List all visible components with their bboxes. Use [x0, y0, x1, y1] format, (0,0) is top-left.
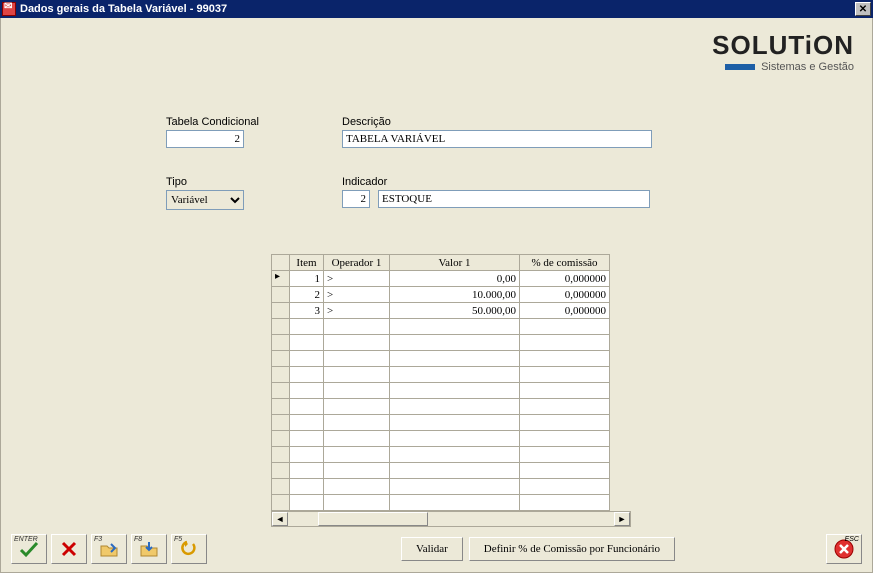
col-operador: Operador 1 — [324, 255, 390, 271]
table-row[interactable] — [272, 495, 610, 511]
row-header[interactable] — [272, 367, 290, 383]
cell-valor1[interactable]: 50.000,00 — [390, 303, 520, 319]
cell-valor1[interactable]: 10.000,00 — [390, 287, 520, 303]
grid-corner — [272, 255, 290, 271]
scroll-thumb[interactable] — [318, 512, 428, 526]
f8-button[interactable]: F8 — [131, 534, 167, 564]
close-button[interactable]: ✕ — [855, 2, 871, 16]
app-icon — [2, 2, 16, 16]
table-row[interactable] — [272, 479, 610, 495]
row-header[interactable] — [272, 431, 290, 447]
validar-button[interactable]: Validar — [401, 537, 463, 561]
row-header[interactable] — [272, 303, 290, 319]
window-title: Dados gerais da Tabela Variável - 99037 — [20, 3, 227, 15]
table-row[interactable]: 1>0,000,000000 — [272, 271, 610, 287]
indicador-num-input[interactable] — [342, 190, 370, 208]
grid-hscrollbar[interactable]: ◄ ► — [271, 511, 631, 527]
brand-tagline: Sistemas e Gestão — [761, 61, 854, 73]
col-valor1: Valor 1 — [390, 255, 520, 271]
table-row[interactable] — [272, 463, 610, 479]
cancel-button[interactable] — [51, 534, 87, 564]
table-row[interactable] — [272, 335, 610, 351]
row-header[interactable] — [272, 447, 290, 463]
definir-comissao-button[interactable]: Definir % de Comissão por Funcionário — [469, 537, 675, 561]
row-header[interactable] — [272, 287, 290, 303]
row-header[interactable] — [272, 399, 290, 415]
cell-comissao[interactable]: 0,000000 — [520, 271, 610, 287]
esc-button[interactable]: ESC — [826, 534, 862, 564]
cell-operador[interactable]: > — [324, 303, 390, 319]
table-row[interactable] — [272, 399, 610, 415]
table-row[interactable] — [272, 319, 610, 335]
scroll-left-icon[interactable]: ◄ — [272, 512, 288, 526]
table-row[interactable]: 2>10.000,000,000000 — [272, 287, 610, 303]
tipo-select[interactable]: Variável — [166, 190, 244, 210]
enter-button[interactable]: ENTER — [11, 534, 47, 564]
content-pane: SOLUTiON Sistemas e Gestão Tabela Condic… — [0, 18, 873, 573]
brand-bar — [725, 64, 755, 70]
cell-operador[interactable]: > — [324, 271, 390, 287]
tabcond-input[interactable] — [166, 130, 244, 148]
brand-name: SOLUTiON — [712, 30, 854, 61]
cell-item[interactable]: 3 — [290, 303, 324, 319]
row-header[interactable] — [272, 463, 290, 479]
cell-comissao[interactable]: 0,000000 — [520, 287, 610, 303]
row-header[interactable] — [272, 415, 290, 431]
cell-item[interactable]: 1 — [290, 271, 324, 287]
table-row[interactable]: 3>50.000,000,000000 — [272, 303, 610, 319]
indicador-text-input[interactable] — [378, 190, 650, 208]
descricao-input[interactable] — [342, 130, 652, 148]
row-header[interactable] — [272, 495, 290, 511]
row-header[interactable] — [272, 351, 290, 367]
table-row[interactable] — [272, 447, 610, 463]
col-comissao: % de comissão — [520, 255, 610, 271]
row-header[interactable] — [272, 271, 290, 287]
cell-comissao[interactable]: 0,000000 — [520, 303, 610, 319]
tabcond-label: Tabela Condicional — [166, 116, 259, 128]
bottom-toolbar: ENTER F3 F8 F5 Validar Definir % de Comi… — [11, 534, 862, 564]
grid-container: Item Operador 1 Valor 1 % de comissão 1>… — [271, 254, 631, 527]
scroll-right-icon[interactable]: ► — [614, 512, 630, 526]
f3-button[interactable]: F3 — [91, 534, 127, 564]
titlebar: Dados gerais da Tabela Variável - 99037 … — [0, 0, 873, 18]
row-header[interactable] — [272, 319, 290, 335]
cell-operador[interactable]: > — [324, 287, 390, 303]
table-row[interactable] — [272, 415, 610, 431]
table-row[interactable] — [272, 367, 610, 383]
brand-logo: SOLUTiON Sistemas e Gestão — [712, 30, 854, 73]
table-row[interactable] — [272, 431, 610, 447]
descricao-label: Descrição — [342, 116, 652, 128]
col-item: Item — [290, 255, 324, 271]
data-grid[interactable]: Item Operador 1 Valor 1 % de comissão 1>… — [271, 254, 610, 511]
x-icon — [60, 540, 78, 558]
table-row[interactable] — [272, 351, 610, 367]
table-row[interactable] — [272, 383, 610, 399]
tipo-label: Tipo — [166, 176, 244, 188]
row-header[interactable] — [272, 335, 290, 351]
f5-button[interactable]: F5 — [171, 534, 207, 564]
cell-valor1[interactable]: 0,00 — [390, 271, 520, 287]
cell-item[interactable]: 2 — [290, 287, 324, 303]
row-header[interactable] — [272, 479, 290, 495]
row-header[interactable] — [272, 383, 290, 399]
